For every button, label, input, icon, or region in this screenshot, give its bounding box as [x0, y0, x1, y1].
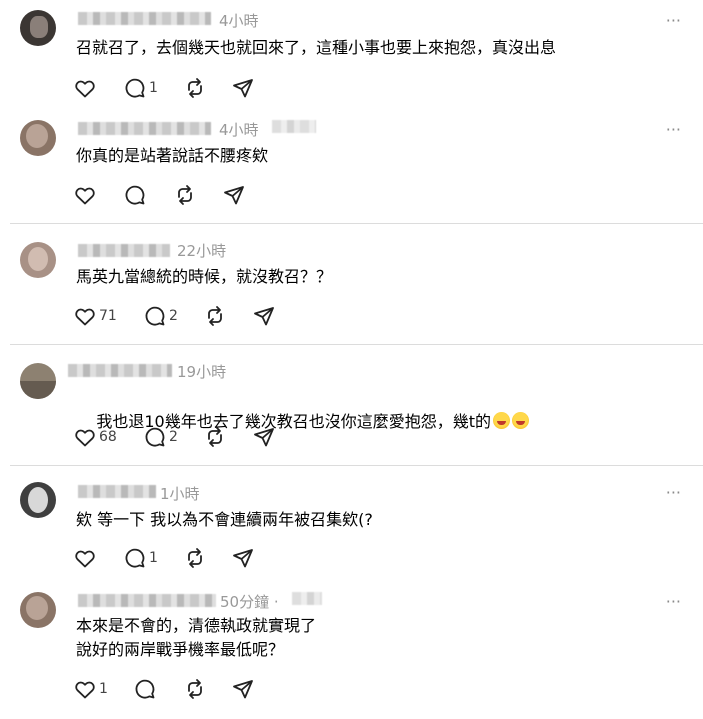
reply-button[interactable] [123, 183, 149, 207]
repost-button[interactable] [203, 425, 227, 449]
repost-button[interactable] [183, 76, 207, 100]
username[interactable] [78, 244, 170, 257]
heart-icon [75, 681, 95, 699]
repost-button[interactable] [173, 183, 197, 207]
share-button[interactable] [231, 546, 255, 570]
post-text: 召就召了，去個幾天也就回來了，這種小事也要上來抱怨，真沒出息 [76, 38, 557, 57]
like-count: 68 [99, 429, 117, 445]
comment-icon [135, 679, 155, 699]
heart-icon [75, 308, 95, 326]
avatar[interactable] [20, 363, 56, 399]
repost-icon [188, 78, 202, 98]
like-button[interactable]: 68 [73, 425, 117, 449]
more-icon[interactable]: ··· [666, 122, 681, 138]
post: 19小時 我也退10幾年也去了幾次教召也沒你這麼愛抱怨，幾t的 68 2 [0, 345, 703, 465]
repost-icon [188, 548, 202, 568]
heart-icon [75, 550, 95, 568]
timestamp: 50分鐘 · [220, 593, 279, 611]
like-button[interactable]: 71 [73, 304, 117, 328]
post: 4小時 ··· 召就召了，去個幾天也就回來了，這種小事也要上來抱怨，真沒出息 1 [0, 0, 703, 110]
heart-icon [75, 429, 95, 447]
timestamp: 22小時 [177, 242, 227, 260]
avatar[interactable] [20, 10, 56, 46]
reply-count: 2 [169, 308, 178, 324]
heart-icon [75, 80, 95, 98]
username[interactable] [78, 122, 211, 135]
more-icon[interactable]: ··· [666, 13, 681, 29]
reply-count: 2 [169, 429, 178, 445]
send-icon [224, 186, 244, 205]
avatar[interactable] [20, 120, 56, 156]
comment-icon [125, 185, 145, 205]
like-button[interactable]: 1 [73, 677, 108, 701]
like-count: 1 [99, 681, 108, 697]
timestamp: 19小時 [177, 363, 227, 381]
repost-icon [178, 185, 192, 205]
share-button[interactable] [231, 677, 255, 701]
timestamp: 4小時 [219, 12, 259, 30]
rolling-on-floor-laughing-emoji [511, 412, 529, 429]
share-button[interactable] [252, 425, 276, 449]
more-icon[interactable]: ··· [666, 485, 681, 501]
post-text: 你真的是站著說話不腰疼欸 [76, 146, 269, 165]
share-button[interactable] [231, 76, 255, 100]
heart-icon [75, 187, 95, 205]
reply-button[interactable] [133, 677, 159, 701]
comment-icon [125, 78, 145, 98]
repost-icon [208, 306, 222, 326]
reply-count: 1 [149, 550, 158, 566]
post-text: 馬英九當總統的時候，就沒教召？？ [76, 267, 333, 286]
send-icon [233, 680, 253, 699]
like-button[interactable] [73, 183, 99, 207]
repost-icon [208, 427, 222, 447]
comment-icon [145, 427, 165, 447]
post: 22小時 馬英九當總統的時候，就沒教召？？ 71 2 [0, 224, 703, 344]
avatar[interactable] [20, 592, 56, 628]
post-text: 欸 等一下 我以為不會連續兩年被召集欸(? [76, 510, 373, 529]
reply-button[interactable]: 1 [123, 76, 158, 100]
reply-button[interactable]: 2 [143, 425, 178, 449]
reply-button[interactable]: 1 [123, 546, 158, 570]
rolling-on-floor-laughing-emoji [492, 412, 510, 429]
share-button[interactable] [222, 183, 246, 207]
username[interactable] [68, 364, 172, 377]
more-icon[interactable]: ··· [666, 594, 681, 610]
username[interactable] [78, 12, 211, 25]
share-button[interactable] [252, 304, 276, 328]
comment-icon [125, 548, 145, 568]
timestamp: 4小時 [219, 121, 259, 139]
username[interactable] [78, 485, 156, 498]
repost-icon [188, 679, 202, 699]
post-text: 本來是不會的，清德執政就實現了 說好的兩岸戰爭機率最低呢？ [76, 616, 317, 659]
reply-button[interactable]: 2 [143, 304, 178, 328]
comment-icon [145, 306, 165, 326]
username[interactable] [78, 594, 216, 607]
timestamp: 1小時 [160, 485, 200, 503]
send-icon [254, 307, 274, 326]
send-icon [233, 549, 253, 568]
send-icon [254, 428, 274, 447]
reply-count: 1 [149, 80, 158, 96]
blurred-badge [272, 120, 316, 133]
like-button[interactable] [73, 546, 99, 570]
like-count: 71 [99, 308, 117, 324]
blurred-badge [292, 592, 322, 605]
repost-button[interactable] [203, 304, 227, 328]
post: 4小時 ··· 你真的是站著說話不腰疼欸 [0, 112, 703, 222]
repost-button[interactable] [183, 677, 207, 701]
repost-button[interactable] [183, 546, 207, 570]
post: 50分鐘 · ··· 本來是不會的，清德執政就實現了 說好的兩岸戰爭機率最低呢？… [0, 578, 703, 719]
like-button[interactable] [73, 76, 99, 100]
avatar[interactable] [20, 242, 56, 278]
send-icon [233, 79, 253, 98]
post: 1小時 ··· 欸 等一下 我以為不會連續兩年被召集欸(? 1 [0, 466, 703, 576]
avatar[interactable] [20, 482, 56, 518]
